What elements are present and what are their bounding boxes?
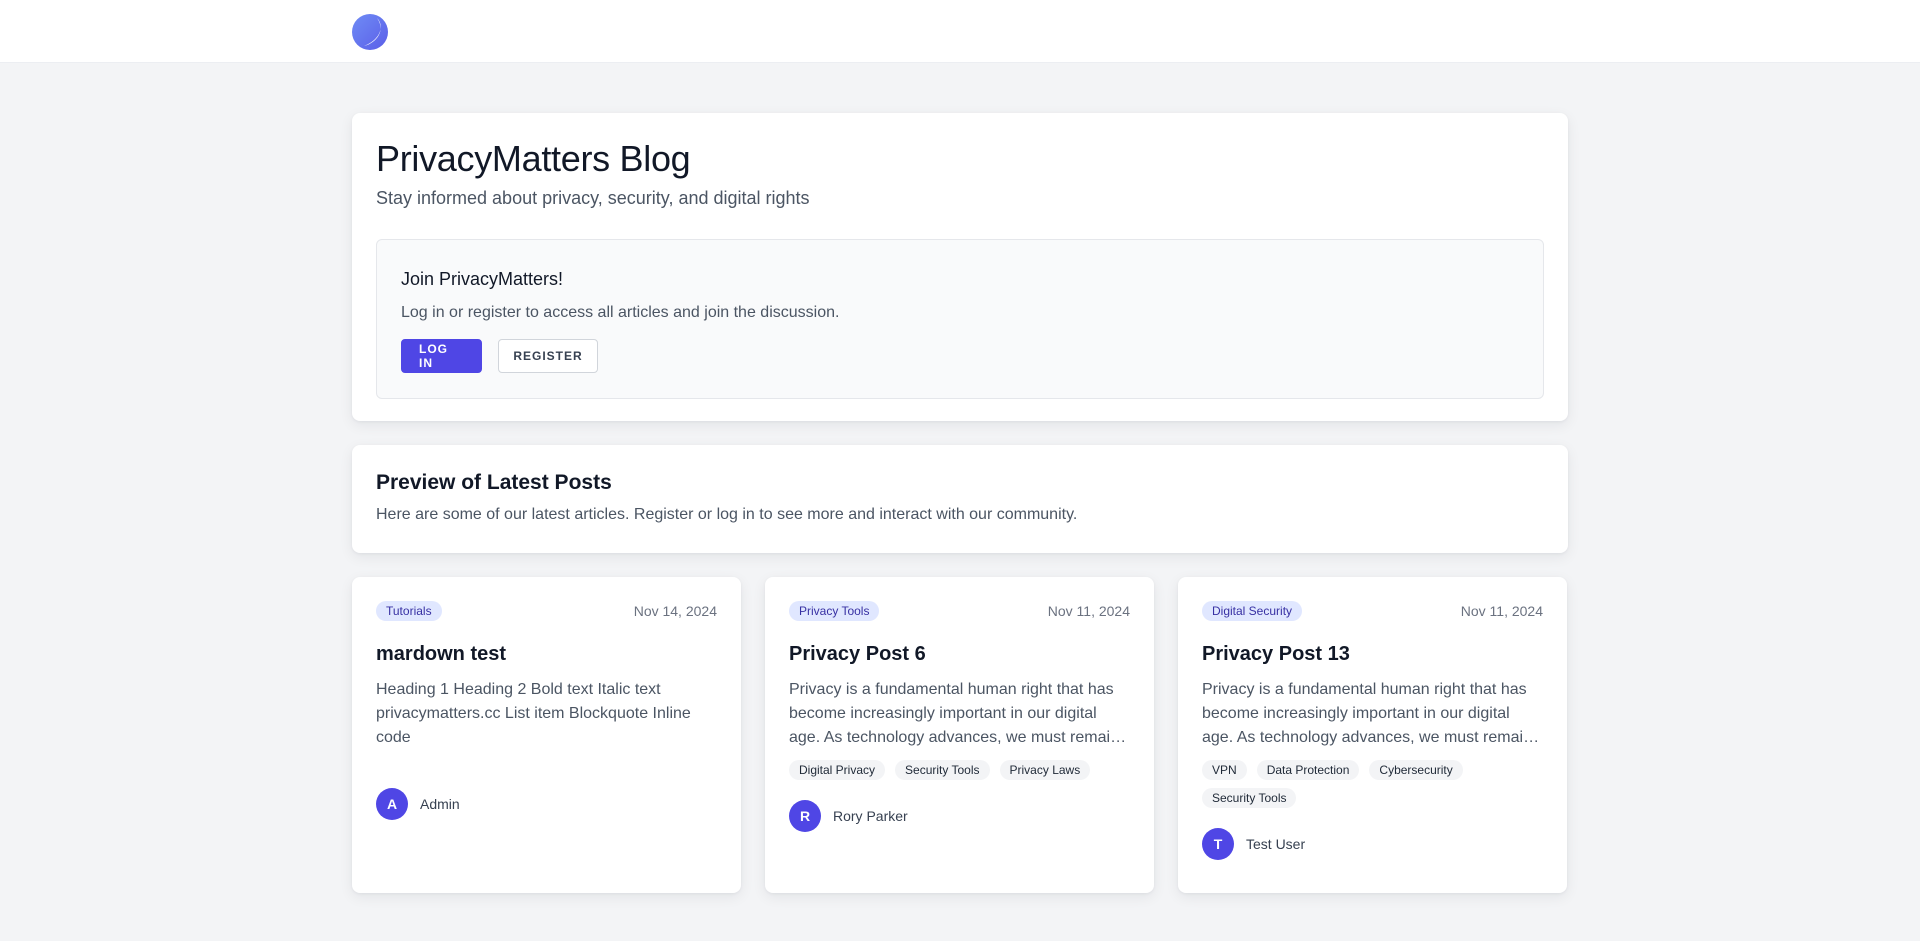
page-title: PrivacyMatters Blog xyxy=(376,138,691,179)
register-button[interactable]: REGISTER xyxy=(498,339,598,373)
author-name: Test User xyxy=(1246,836,1306,852)
join-text: Log in or register to access all article… xyxy=(401,304,840,321)
tag-chip[interactable]: Security Tools xyxy=(895,760,990,780)
post-tags: VPN Data Protection Cybersecurity Securi… xyxy=(1202,760,1543,808)
join-title: Join PrivacyMatters! xyxy=(401,269,564,289)
top-navbar xyxy=(0,0,1920,63)
avatar: R xyxy=(789,800,821,832)
post-meta: Tutorials Nov 14, 2024 xyxy=(376,601,717,621)
post-meta: Digital Security Nov 11, 2024 xyxy=(1202,601,1543,621)
page-subtitle: Stay informed about privacy, security, a… xyxy=(376,188,810,208)
post-date: Nov 11, 2024 xyxy=(1460,603,1543,619)
category-badge[interactable]: Privacy Tools xyxy=(789,601,880,621)
post-date: Nov 14, 2024 xyxy=(633,603,717,619)
post-card[interactable]: Privacy Tools Nov 11, 2024 Privacy Post … xyxy=(765,577,1154,893)
posts-grid: Tutorials Nov 14, 2024 mardown test Head… xyxy=(352,577,1568,893)
post-excerpt: Privacy is a fundamental human right tha… xyxy=(789,681,1119,746)
post-author: T Test User xyxy=(1202,828,1543,860)
post-title[interactable]: mardown test xyxy=(376,640,717,668)
hero-card: PrivacyMatters Blog Stay informed about … xyxy=(352,113,1568,421)
post-title[interactable]: Privacy Post 13 xyxy=(1202,640,1543,668)
post-meta: Privacy Tools Nov 11, 2024 xyxy=(789,601,1130,621)
post-card[interactable]: Digital Security Nov 11, 2024 Privacy Po… xyxy=(1178,577,1567,893)
tag-chip[interactable]: Security Tools xyxy=(1202,788,1297,808)
post-date: Nov 11, 2024 xyxy=(1047,603,1130,619)
avatar: A xyxy=(376,788,408,820)
login-button[interactable]: LOG IN xyxy=(401,339,482,373)
post-excerpt: Heading 1 Heading 2 Bold text Italic tex… xyxy=(376,681,691,746)
post-author: A Admin xyxy=(376,788,717,820)
preview-card: Preview of Latest Posts Here are some of… xyxy=(352,445,1568,553)
join-panel: Join PrivacyMatters! Log in or register … xyxy=(376,239,1544,399)
main-content: PrivacyMatters Blog Stay informed about … xyxy=(352,113,1568,893)
tag-chip[interactable]: Privacy Laws xyxy=(999,760,1091,780)
tag-chip[interactable]: Digital Privacy xyxy=(789,760,886,780)
tag-chip[interactable]: Cybersecurity xyxy=(1369,760,1463,780)
category-badge[interactable]: Tutorials xyxy=(376,601,442,621)
author-name: Rory Parker xyxy=(833,808,908,824)
author-name: Admin xyxy=(420,796,460,812)
post-excerpt: Privacy is a fundamental human right tha… xyxy=(1202,681,1532,746)
post-card[interactable]: Tutorials Nov 14, 2024 mardown test Head… xyxy=(352,577,741,893)
category-badge[interactable]: Digital Security xyxy=(1202,601,1303,621)
moon-logo-icon[interactable] xyxy=(352,14,388,50)
post-title[interactable]: Privacy Post 6 xyxy=(789,640,1130,668)
tag-chip[interactable]: VPN xyxy=(1202,760,1247,780)
avatar: T xyxy=(1202,828,1234,860)
post-author: R Rory Parker xyxy=(789,800,1130,832)
auth-buttons: LOG IN REGISTER xyxy=(401,339,1519,373)
preview-title: Preview of Latest Posts xyxy=(376,471,612,494)
tag-chip[interactable]: Data Protection xyxy=(1256,760,1360,780)
preview-text: Here are some of our latest articles. Re… xyxy=(376,506,1078,523)
post-tags: Digital Privacy Security Tools Privacy L… xyxy=(789,760,1130,780)
